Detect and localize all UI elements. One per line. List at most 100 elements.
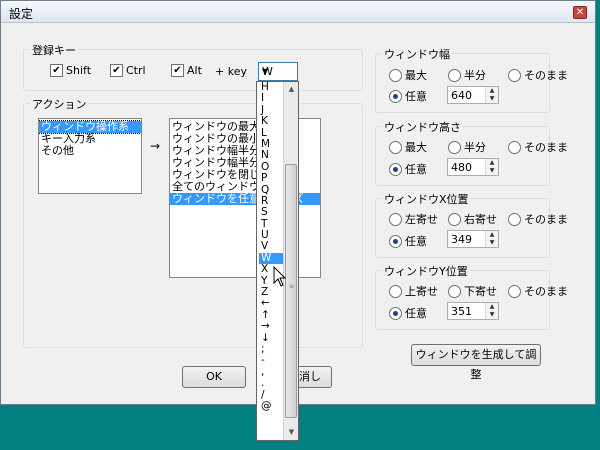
y-custom-radio[interactable]: 任意 bbox=[389, 305, 427, 321]
y-custom-label: 任意 bbox=[405, 307, 427, 320]
y-legend: ウィンドウY位置 bbox=[382, 263, 470, 279]
height-keep-radio[interactable]: そのまま bbox=[508, 139, 568, 155]
ctrl-check-icon: ✔ bbox=[110, 63, 123, 77]
key-options: H I J K L M N O P Q R S T U V W X Y Z ← ↑ → ↓; -,. / @ bbox=[259, 81, 283, 412]
height-half-label: 半分 bbox=[464, 141, 486, 154]
width-keep-radio[interactable]: そのまま bbox=[508, 67, 568, 83]
generate-window-button[interactable]: ウィンドウを生成して調整 bbox=[411, 344, 541, 381]
ctrl-checkbox[interactable]: ✔ Ctrl bbox=[110, 63, 146, 77]
scroll-down-icon[interactable]: ▼ bbox=[284, 425, 299, 440]
radio-icon bbox=[448, 212, 461, 226]
x-spinner[interactable]: 349 ▲ ▼ bbox=[447, 230, 499, 248]
scrollbar-thumb[interactable]: ≡ bbox=[285, 164, 297, 418]
height-group: ウィンドウ高さ bbox=[375, 119, 550, 186]
width-max-radio[interactable]: 最大 bbox=[389, 67, 427, 83]
x-keep-radio[interactable]: そのまま bbox=[508, 211, 568, 227]
x-left-radio[interactable]: 左寄せ bbox=[389, 211, 438, 227]
y-keep-radio[interactable]: そのまま bbox=[508, 283, 568, 299]
plus-key-label: + key bbox=[215, 65, 247, 78]
radio-icon bbox=[508, 140, 521, 154]
y-spinner[interactable]: 351 ▲ ▼ bbox=[447, 302, 499, 320]
alt-checkbox[interactable]: ✔ Alt bbox=[171, 63, 202, 77]
height-custom-label: 任意 bbox=[405, 163, 427, 176]
x-right-radio[interactable]: 右寄せ bbox=[448, 211, 497, 227]
y-keep-label: そのまま bbox=[524, 285, 568, 298]
dropdown-scrollbar[interactable]: ▲ ≡ ▼ bbox=[283, 82, 298, 440]
width-legend: ウィンドウ幅 bbox=[382, 46, 452, 62]
x-left-label: 左寄せ bbox=[405, 213, 438, 226]
mouse-cursor-icon bbox=[273, 266, 287, 287]
radio-icon bbox=[389, 162, 402, 176]
y-top-label: 上寄せ bbox=[405, 285, 438, 298]
radio-icon bbox=[508, 68, 521, 82]
chevron-down-icon: ▼ bbox=[262, 67, 269, 76]
height-legend: ウィンドウ高さ bbox=[382, 119, 463, 135]
y-bottom-radio[interactable]: 下寄せ bbox=[448, 283, 497, 299]
radio-icon bbox=[389, 306, 402, 320]
key-option[interactable]: @ bbox=[259, 400, 283, 412]
height-max-label: 最大 bbox=[405, 141, 427, 154]
spin-up-icon[interactable]: ▲ bbox=[486, 159, 498, 167]
height-half-radio[interactable]: 半分 bbox=[448, 139, 486, 155]
ok-button[interactable]: OK bbox=[182, 366, 246, 388]
spin-up-icon[interactable]: ▲ bbox=[486, 231, 498, 239]
category-list[interactable]: ウィンドウ操作系 キー入力系 その他 bbox=[38, 118, 142, 194]
width-half-label: 半分 bbox=[464, 69, 486, 82]
ctrl-label: Ctrl bbox=[126, 63, 146, 77]
spin-up-icon[interactable]: ▲ bbox=[486, 303, 498, 311]
height-spinner[interactable]: 480 ▲ ▼ bbox=[447, 158, 499, 176]
shift-checkbox[interactable]: ✔ Shift bbox=[50, 63, 91, 77]
radio-icon bbox=[389, 284, 402, 298]
radio-icon bbox=[389, 68, 402, 82]
spin-down-icon[interactable]: ▼ bbox=[486, 95, 498, 103]
y-bottom-label: 下寄せ bbox=[464, 285, 497, 298]
height-custom-radio[interactable]: 任意 bbox=[389, 161, 427, 177]
scroll-up-icon[interactable]: ▲ bbox=[284, 82, 299, 97]
height-max-radio[interactable]: 最大 bbox=[389, 139, 427, 155]
x-group: ウィンドウX位置 bbox=[375, 191, 550, 258]
width-half-radio[interactable]: 半分 bbox=[448, 67, 486, 83]
radio-icon bbox=[389, 212, 402, 226]
title-bar[interactable]: 設定 ✕ bbox=[1, 1, 595, 23]
width-keep-label: そのまま bbox=[524, 69, 568, 82]
x-right-label: 右寄せ bbox=[464, 213, 497, 226]
spin-down-icon[interactable]: ▼ bbox=[486, 239, 498, 247]
y-top-radio[interactable]: 上寄せ bbox=[389, 283, 438, 299]
radio-icon bbox=[389, 234, 402, 248]
x-custom-label: 任意 bbox=[405, 235, 427, 248]
spin-down-icon[interactable]: ▼ bbox=[486, 311, 498, 319]
height-keep-label: そのまま bbox=[524, 141, 568, 154]
x-legend: ウィンドウX位置 bbox=[382, 191, 471, 207]
category-item[interactable]: その他 bbox=[39, 145, 141, 157]
hotkey-legend: 登録キー bbox=[30, 42, 78, 58]
width-custom-radio[interactable]: 任意 bbox=[389, 88, 427, 104]
x-value: 349 bbox=[451, 233, 472, 246]
width-group: ウィンドウ幅 bbox=[375, 46, 550, 113]
window-title: 設定 bbox=[9, 7, 34, 21]
spin-down-icon[interactable]: ▼ bbox=[486, 167, 498, 175]
width-spinner[interactable]: 640 ▲ ▼ bbox=[447, 86, 499, 104]
key-select[interactable]: W ▼ bbox=[258, 62, 298, 81]
y-group: ウィンドウY位置 bbox=[375, 263, 550, 330]
spin-up-icon[interactable]: ▲ bbox=[486, 87, 498, 95]
x-custom-radio[interactable]: 任意 bbox=[389, 233, 427, 249]
key-option[interactable]: K bbox=[259, 115, 283, 127]
width-max-label: 最大 bbox=[405, 69, 427, 82]
shift-label: Shift bbox=[66, 63, 92, 77]
key-option[interactable]: S bbox=[259, 206, 283, 218]
radio-icon bbox=[448, 140, 461, 154]
radio-icon bbox=[389, 140, 402, 154]
shift-check-icon: ✔ bbox=[50, 63, 63, 77]
radio-icon bbox=[389, 89, 402, 103]
cancel-label: 消し bbox=[299, 370, 321, 383]
arrow-right-icon: → bbox=[150, 139, 161, 153]
width-value: 640 bbox=[451, 89, 472, 102]
key-option[interactable]: → bbox=[259, 320, 283, 332]
action-legend: アクション bbox=[30, 96, 89, 112]
radio-icon bbox=[448, 68, 461, 82]
close-button[interactable]: ✕ bbox=[573, 6, 587, 19]
alt-check-icon: ✔ bbox=[171, 63, 184, 77]
key-option[interactable]: P bbox=[259, 172, 283, 184]
key-option[interactable]: . bbox=[259, 377, 283, 389]
key-dropdown-list[interactable]: H I J K L M N O P Q R S T U V W X Y Z ← ↑ → ↓; -,. / @ ▲ ≡ ▼ bbox=[256, 81, 299, 441]
